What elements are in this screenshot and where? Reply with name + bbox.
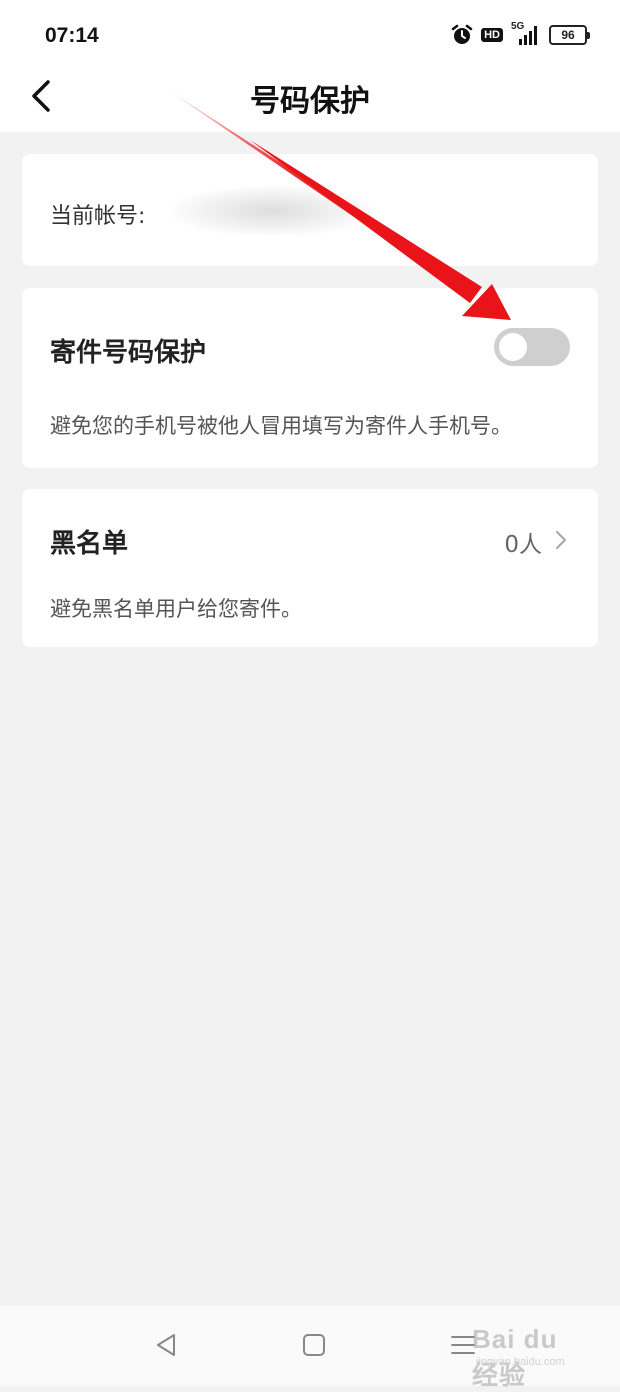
- battery-level: 96: [549, 25, 587, 45]
- sender-protection-card: 寄件号码保护 避免您的手机号被他人冒用填写为寄件人手机号。: [22, 288, 598, 468]
- triangle-back-icon: [157, 1334, 175, 1356]
- account-label: 当前帐号:: [50, 204, 146, 229]
- square-home-icon: [303, 1334, 325, 1356]
- hd-badge: HD: [481, 28, 503, 42]
- sender-protection-description: 避免您的手机号被他人冒用填写为寄件人手机号。: [50, 414, 512, 438]
- status-icons: HD 5G 96: [451, 21, 590, 46]
- watermark-sub-text: jingyan.baidu.com: [476, 1356, 565, 1368]
- sender-protection-toggle[interactable]: [494, 328, 570, 366]
- account-number-blurred: [172, 186, 372, 236]
- nav-home-button[interactable]: [299, 1330, 329, 1360]
- nav-back-button[interactable]: [152, 1330, 182, 1360]
- status-bar: 07:14 HD 5G 96: [0, 0, 620, 70]
- blacklist-count: 0人: [504, 532, 542, 558]
- sender-protection-title: 寄件号码保护: [50, 338, 207, 368]
- header-bar: 号码保护: [0, 70, 620, 132]
- battery-tip: [587, 31, 590, 39]
- status-time: 07:14: [45, 24, 99, 47]
- battery-icon: 96: [549, 25, 590, 45]
- blacklist-title: 黑名单: [50, 529, 129, 559]
- baidu-jingyan-watermark: Bai du 经验 jingyan.baidu.com: [450, 1324, 590, 1390]
- page-title: 号码保护: [250, 84, 370, 119]
- blacklist-row[interactable]: 黑名单 0人 避免黑名单用户给您寄件。: [22, 489, 598, 647]
- network-label: 5G: [511, 21, 525, 32]
- system-nav-bar: Bai du 经验 jingyan.baidu.com: [0, 1306, 620, 1390]
- signal-icon: 5G: [511, 21, 541, 45]
- toggle-knob: [499, 333, 527, 361]
- alarm-clock-icon: [451, 24, 473, 44]
- account-card: 当前帐号:: [22, 154, 598, 266]
- chevron-right-icon: [555, 530, 567, 550]
- blacklist-description: 避免黑名单用户给您寄件。: [50, 597, 302, 621]
